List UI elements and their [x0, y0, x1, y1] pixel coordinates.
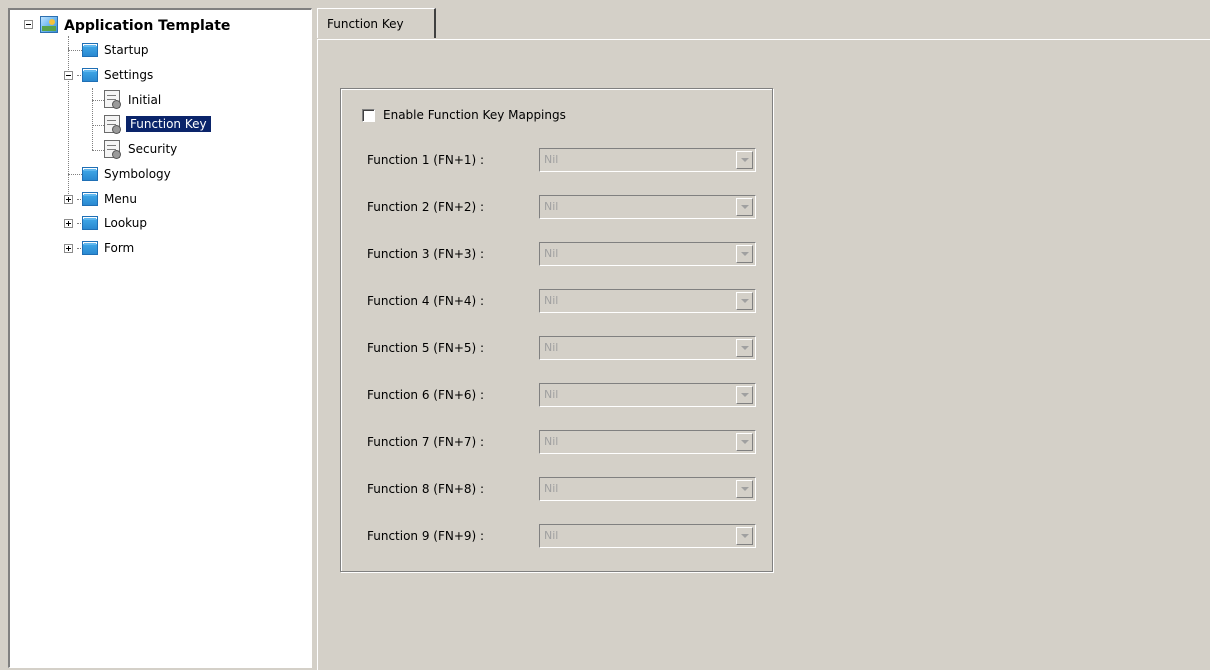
expand-icon[interactable]	[64, 219, 73, 228]
function-label: Function 6 (FN+6) :	[367, 388, 485, 402]
function-select-value: Nil	[544, 153, 559, 166]
function-select[interactable]: Nil	[539, 383, 756, 407]
tab-function-key[interactable]: Function Key	[317, 8, 436, 38]
tree-connector	[92, 88, 93, 150]
collapse-icon[interactable]	[24, 20, 33, 29]
expand-icon[interactable]	[64, 195, 73, 204]
tree-item-initial[interactable]: Initial	[126, 92, 163, 108]
dropdown-arrow-icon[interactable]	[736, 151, 753, 169]
folder-icon	[82, 241, 98, 255]
tree-item-menu[interactable]: Menu	[102, 191, 139, 207]
tree-connector	[68, 174, 82, 175]
function-select[interactable]: Nil	[539, 195, 756, 219]
navigation-tree[interactable]: Application Template Startup Settings In…	[8, 8, 312, 668]
tab-control: Function Key Enable Function Key Mapping…	[317, 8, 1210, 670]
dropdown-arrow-icon[interactable]	[736, 386, 753, 404]
function-key-groupbox: Enable Function Key Mappings Function 1 …	[340, 88, 773, 572]
function-label: Function 9 (FN+9) :	[367, 529, 485, 543]
function-select-value: Nil	[544, 435, 559, 448]
collapse-icon[interactable]	[64, 71, 73, 80]
tree-connector	[68, 50, 82, 51]
dropdown-arrow-icon[interactable]	[736, 339, 753, 357]
folder-icon	[82, 167, 98, 181]
tab-page: Enable Function Key Mappings Function 1 …	[317, 39, 1210, 670]
function-select[interactable]: Nil	[539, 524, 756, 548]
tree-connector	[92, 150, 104, 151]
dropdown-arrow-icon[interactable]	[736, 245, 753, 263]
function-select[interactable]: Nil	[539, 242, 756, 266]
document-gear-icon	[104, 140, 121, 159]
function-select-value: Nil	[544, 482, 559, 495]
function-select-value: Nil	[544, 294, 559, 307]
document-gear-icon	[104, 90, 121, 109]
tree-connector	[92, 100, 104, 101]
enable-mappings-row[interactable]: Enable Function Key Mappings	[362, 106, 566, 124]
enable-mappings-label: Enable Function Key Mappings	[383, 108, 566, 122]
tree-connector	[92, 125, 104, 126]
tree-item-function-key[interactable]: Function Key	[126, 116, 211, 132]
folder-icon	[82, 68, 98, 82]
function-select[interactable]: Nil	[539, 289, 756, 313]
tree-item-security[interactable]: Security	[126, 141, 179, 157]
function-label: Function 3 (FN+3) :	[367, 247, 485, 261]
dropdown-arrow-icon[interactable]	[736, 480, 753, 498]
folder-icon	[82, 192, 98, 206]
function-select[interactable]: Nil	[539, 477, 756, 501]
tree-connector	[68, 36, 69, 48]
document-gear-icon	[104, 115, 121, 134]
dropdown-arrow-icon[interactable]	[736, 433, 753, 451]
dropdown-arrow-icon[interactable]	[736, 292, 753, 310]
enable-mappings-checkbox[interactable]	[362, 108, 375, 122]
tree-item-lookup[interactable]: Lookup	[102, 215, 149, 231]
function-select[interactable]: Nil	[539, 148, 756, 172]
function-label: Function 2 (FN+2) :	[367, 200, 485, 214]
expand-icon[interactable]	[64, 244, 73, 253]
function-select[interactable]: Nil	[539, 336, 756, 360]
folder-icon	[82, 216, 98, 230]
tree-item-form[interactable]: Form	[102, 240, 136, 256]
tree-item-symbology[interactable]: Symbology	[102, 166, 173, 182]
function-label: Function 8 (FN+8) :	[367, 482, 485, 496]
function-select-value: Nil	[544, 200, 559, 213]
function-label: Function 7 (FN+7) :	[367, 435, 485, 449]
tree-item-settings[interactable]: Settings	[102, 67, 155, 83]
dropdown-arrow-icon[interactable]	[736, 527, 753, 545]
function-label: Function 4 (FN+4) :	[367, 294, 485, 308]
function-select-value: Nil	[544, 247, 559, 260]
function-label: Function 5 (FN+5) :	[367, 341, 485, 355]
tree-root-label[interactable]: Application Template	[62, 17, 232, 35]
function-label: Function 1 (FN+1) :	[367, 153, 485, 167]
function-select-value: Nil	[544, 388, 559, 401]
application-icon	[40, 16, 58, 33]
function-select-value: Nil	[544, 341, 559, 354]
folder-icon	[82, 43, 98, 57]
function-select[interactable]: Nil	[539, 430, 756, 454]
dropdown-arrow-icon[interactable]	[736, 198, 753, 216]
function-select-value: Nil	[544, 529, 559, 542]
tree-item-startup[interactable]: Startup	[102, 42, 151, 58]
